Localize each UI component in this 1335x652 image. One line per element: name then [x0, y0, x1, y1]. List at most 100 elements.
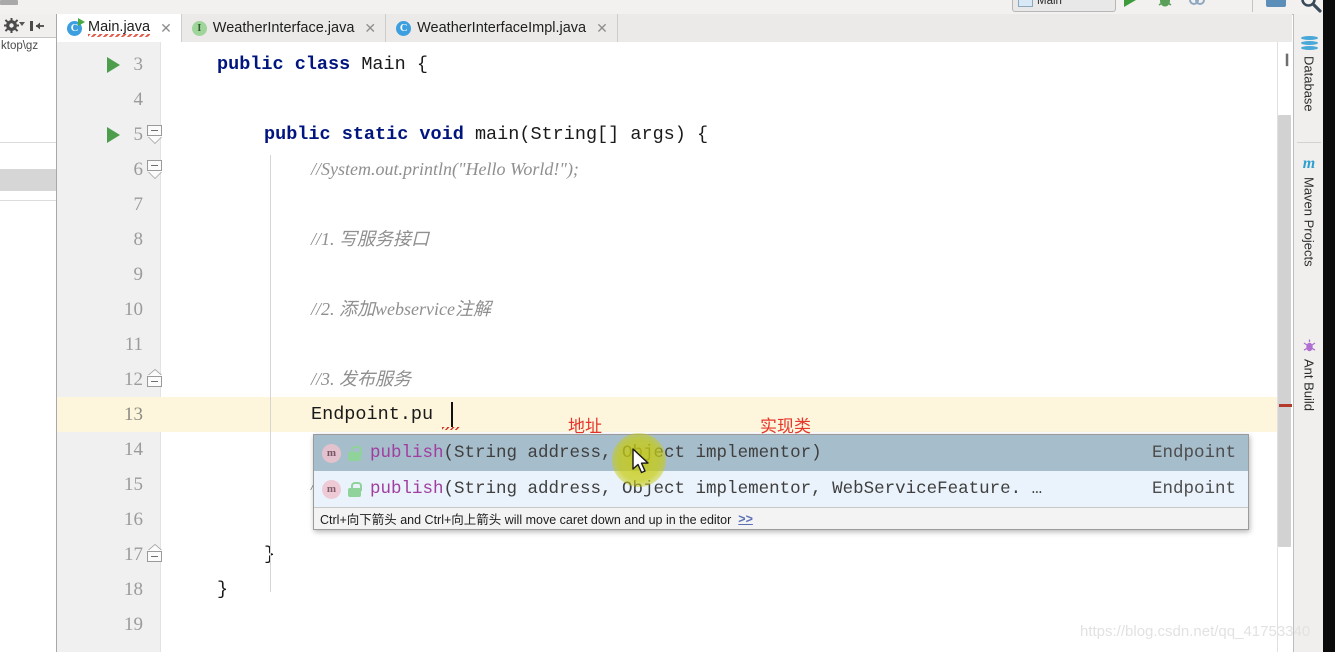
error-stripe-marker[interactable] — [1279, 404, 1292, 407]
tab-weatherinterfaceimpl-java[interactable]: C WeatherInterfaceImpl.java ✕ — [386, 14, 618, 42]
completion-return-type: Endpoint — [1151, 443, 1236, 463]
code-line[interactable]: 8 //1. 写服务接口 — [57, 222, 1292, 257]
run-config-icon — [1018, 0, 1033, 7]
line-number: 3 — [133, 54, 144, 75]
code-fold-marker[interactable] — [147, 544, 162, 565]
debug-button[interactable] — [1156, 0, 1174, 8]
sidebar-item-maven-projects[interactable]: m Maven Projects — [1294, 156, 1324, 267]
completion-method-signature: (String address, Object implementor, Web… — [443, 479, 1043, 499]
code-editor[interactable]: 3 public class Main { 4 5 public static void… — [57, 42, 1292, 652]
line-number: 12 — [124, 369, 143, 390]
run-configuration-selector[interactable]: Main — [1012, 0, 1116, 12]
vertical-scrollbar[interactable] — [1278, 115, 1291, 547]
tab-weatherinterface-java[interactable]: I WeatherInterface.java ✕ — [182, 14, 387, 42]
code-line[interactable]: 4 — [57, 82, 1292, 117]
run-button[interactable] — [1124, 0, 1136, 7]
completion-item[interactable]: m publish (String address, Object implem… — [314, 435, 1248, 471]
public-lock-icon — [348, 481, 362, 497]
error-squiggle — [442, 427, 460, 430]
line-number: 11 — [124, 334, 143, 355]
code-line[interactable]: 7 — [57, 187, 1292, 222]
tree-divider-2 — [0, 200, 56, 201]
sidebar-item-label: Database — [1301, 56, 1317, 112]
mouse-cursor-icon — [632, 448, 652, 481]
code-line[interactable]: 3 public class Main { — [57, 47, 1292, 82]
tab-label: WeatherInterface.java — [212, 20, 355, 36]
intention-bulb-icon[interactable] — [1230, 435, 1248, 452]
code-text: public static void main(String[] args) { — [264, 117, 708, 152]
completion-hint-more-link[interactable]: >> — [738, 512, 753, 526]
code-token: Main { — [361, 54, 428, 75]
line-number: 19 — [124, 614, 143, 635]
line-number: 16 — [124, 509, 143, 530]
code-text: public class Main { — [217, 47, 428, 82]
code-completion-popup[interactable]: m publish (String address, Object implem… — [313, 434, 1249, 530]
completion-hint-bar: Ctrl+向下箭头 and Ctrl+向上箭头 will move caret … — [314, 507, 1248, 529]
code-token: //1. 写服务接口 — [311, 228, 430, 249]
database-icon — [1300, 36, 1318, 51]
maven-icon: m — [1302, 155, 1316, 172]
code-line[interactable]: 6 //System.out.println("Hello World!"); — [57, 152, 1292, 187]
code-text: Endpoint.pu — [311, 397, 433, 432]
screen-edge-filler — [1323, 0, 1335, 652]
code-line[interactable]: 13 Endpoint.pu — [57, 397, 1292, 432]
line-number: 13 — [124, 404, 143, 425]
tab-label: Main.java — [88, 19, 151, 37]
java-interface-icon: I — [191, 20, 207, 36]
chevron-down-icon — [19, 22, 25, 26]
line-number: 18 — [124, 579, 143, 600]
right-tool-window-bar: Database m Maven Projects Ant Build — [1293, 14, 1324, 652]
code-line[interactable]: 12 //3. 发布服务 — [57, 362, 1292, 397]
line-number: 5 — [133, 124, 144, 145]
gear-icon[interactable] — [4, 18, 25, 33]
collapse-all-icon[interactable] — [29, 19, 45, 33]
tree-divider — [0, 142, 56, 143]
line-number: 7 — [133, 194, 144, 215]
code-line[interactable]: 18} — [57, 572, 1292, 607]
completion-method-name: publish — [370, 479, 444, 499]
close-icon[interactable]: ✕ — [364, 21, 376, 35]
gutter-run-icon[interactable] — [107, 56, 120, 73]
ide-window: Main ktop\gz C Main.java ✕ I WeatherInte… — [0, 0, 1335, 652]
java-class-runnable-icon: C — [67, 17, 85, 36]
line-number: 14 — [124, 439, 143, 460]
code-text: //System.out.println("Hello World!"); — [311, 152, 579, 188]
completion-item[interactable]: m publish (String address, Object implem… — [314, 471, 1248, 507]
completion-hint-text: Ctrl+向下箭头 and Ctrl+向上箭头 will move caret … — [320, 513, 732, 527]
tab-main-java[interactable]: C Main.java ✕ — [57, 14, 182, 42]
code-line[interactable]: 10 //2. 添加webservice注解 — [57, 292, 1292, 327]
code-fold-marker[interactable] — [147, 159, 162, 180]
code-fold-marker[interactable] — [147, 124, 162, 145]
project-tool-window: ktop\gz — [0, 14, 57, 652]
line-number: 4 — [133, 89, 144, 110]
main-toolbar: Main — [0, 0, 1335, 15]
code-line[interactable]: 11 — [57, 327, 1292, 362]
stop-button[interactable] — [0, 0, 18, 5]
sidebar-item-label: Maven Projects — [1301, 177, 1317, 267]
sidebar-item-database[interactable]: Database — [1294, 36, 1324, 112]
sidebar-item-label: Ant Build — [1301, 359, 1317, 412]
code-line[interactable]: 9 — [57, 257, 1292, 292]
run-with-coverage-button[interactable] — [1188, 0, 1206, 8]
layout-button[interactable] — [1266, 0, 1286, 7]
code-token: //3. 发布服务 — [311, 368, 412, 389]
code-token: Endpoint.pu — [311, 404, 434, 425]
code-text: //1. 写服务接口 — [311, 222, 429, 258]
run-config-label: Main — [1037, 0, 1062, 7]
code-line[interactable]: 5 public static void main(String[] args) … — [57, 117, 1292, 152]
project-tree-selected-row[interactable] — [0, 169, 56, 191]
code-line[interactable]: 17} — [57, 537, 1292, 572]
search-icon[interactable] — [1300, 0, 1322, 14]
sidebar-item-ant-build[interactable]: Ant Build — [1294, 339, 1324, 411]
line-number: 6 — [133, 159, 144, 180]
gutter-run-icon[interactable] — [107, 126, 120, 143]
close-icon[interactable]: ✕ — [596, 21, 608, 35]
code-fold-marker[interactable] — [147, 369, 162, 390]
sidebar-separator — [1297, 142, 1321, 143]
tab-label: WeatherInterfaceImpl.java — [417, 20, 587, 36]
close-icon[interactable]: ✕ — [160, 21, 172, 35]
code-text: //3. 发布服务 — [311, 362, 411, 398]
code-token: //System.out.println("Hello World!"); — [311, 158, 579, 179]
line-number: 17 — [124, 544, 143, 565]
code-text: //2. 添加webservice注解 — [311, 292, 491, 328]
